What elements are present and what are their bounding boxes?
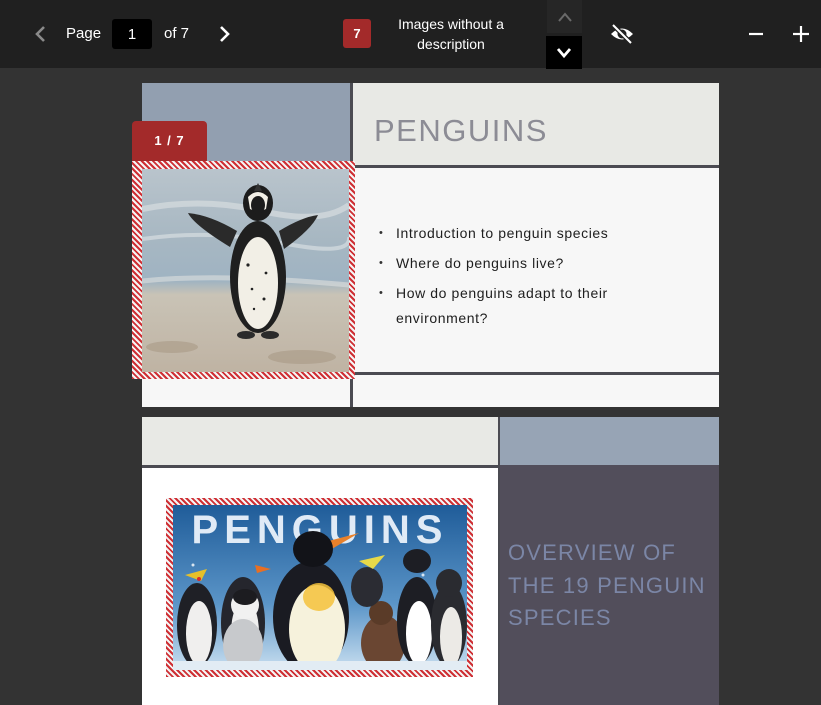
penguin-photo[interactable] <box>142 169 349 372</box>
page-label: Page <box>66 25 102 42</box>
divider <box>142 465 498 468</box>
chevron-up-icon <box>557 11 572 22</box>
previous-page-button[interactable] <box>28 21 54 47</box>
toggle-highlight-button[interactable] <box>606 19 638 49</box>
zoom-in-button[interactable] <box>787 19 815 49</box>
images-without-description-label: Images without a description <box>398 16 504 52</box>
toolbar: Page of 7 7 Images without a description <box>0 0 821 69</box>
divider <box>353 165 719 168</box>
next-page-button[interactable] <box>211 21 237 47</box>
chevron-right-icon <box>220 26 230 42</box>
chevron-down-icon <box>556 47 572 58</box>
zoom-out-button[interactable] <box>742 19 770 49</box>
bullet-item: Introduction to penguin species <box>378 221 698 246</box>
page-number-input[interactable] <box>112 19 152 49</box>
slide-2-top-band <box>142 417 498 465</box>
african-penguin-image <box>142 169 349 372</box>
slide-2-title: OVERVIEW OF THE 19 PENGUIN SPECIES <box>508 540 706 630</box>
penguin-species-collage[interactable]: PENGUINS <box>173 505 467 670</box>
image-count-badge: 7 <box>343 19 371 48</box>
slide-1-title: PENGUINS <box>374 113 548 148</box>
page-total-label: of 7 <box>164 25 190 42</box>
image-index-flag: 1 / 7 <box>132 121 207 161</box>
previous-image-button[interactable] <box>547 0 582 33</box>
next-image-button[interactable] <box>546 36 582 69</box>
divider <box>353 372 719 375</box>
bullet-item: Where do penguins live? <box>378 251 698 276</box>
plus-icon <box>793 26 809 42</box>
slide-2-accent-block <box>500 417 719 465</box>
minus-icon <box>749 32 763 36</box>
chevron-left-icon <box>35 26 45 42</box>
bullet-item: How do penguins adapt to their environme… <box>378 281 698 330</box>
slide-1-bullet-list: Introduction to penguin species Where do… <box>378 221 698 336</box>
penguin-species-image: PENGUINS <box>173 505 467 670</box>
eye-slash-icon <box>611 23 633 45</box>
